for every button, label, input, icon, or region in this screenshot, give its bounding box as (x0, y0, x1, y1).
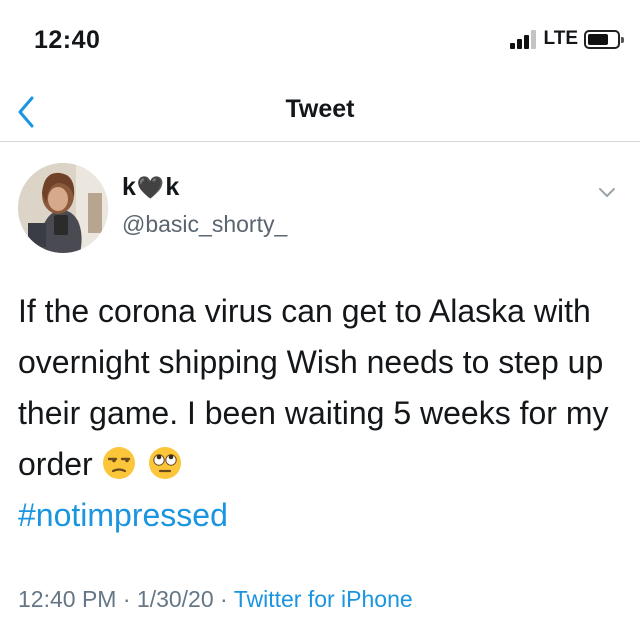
battery-icon (584, 29, 624, 49)
signal-strength-icon (509, 29, 538, 49)
display-name-right: k (165, 173, 180, 201)
navigation-bar: Tweet (0, 80, 640, 142)
tweet-options-button[interactable] (592, 177, 622, 207)
tweet-source-link[interactable]: Twitter for iPhone (234, 586, 413, 612)
meta-separator: · (122, 586, 131, 612)
status-indicators: LTE (509, 28, 624, 50)
battery-level-fill (588, 33, 608, 45)
tweet-date: 1/30/20 (136, 586, 214, 612)
display-name-left: k (122, 173, 136, 201)
face-with-rolling-eyes-icon (149, 447, 182, 479)
tweet-time: 12:40 PM (18, 586, 117, 612)
tweet-meta: 12:40 PM · 1/30/20 · Twitter for iPhone (18, 586, 413, 613)
black-heart-icon: 🖤 (136, 175, 165, 200)
tweet-body: If the corona virus can get to Alaska wi… (18, 286, 628, 541)
status-time: 12:40 (34, 26, 101, 54)
status-bar: 12:40 LTE (0, 0, 640, 80)
meta-separator: · (220, 586, 228, 612)
network-type: LTE (543, 28, 578, 49)
unamused-face-icon (102, 447, 135, 479)
tweet-header: k🖤k @basic_shorty_ (18, 163, 628, 253)
chevron-down-icon (599, 188, 615, 197)
display-name[interactable]: k🖤k (122, 173, 179, 202)
page-title: Tweet (285, 95, 355, 123)
hashtag-link[interactable]: #notimpressed (18, 490, 228, 541)
avatar[interactable] (18, 163, 108, 253)
username[interactable]: @basic_shorty_ (122, 211, 287, 238)
avatar-photo (18, 163, 108, 253)
